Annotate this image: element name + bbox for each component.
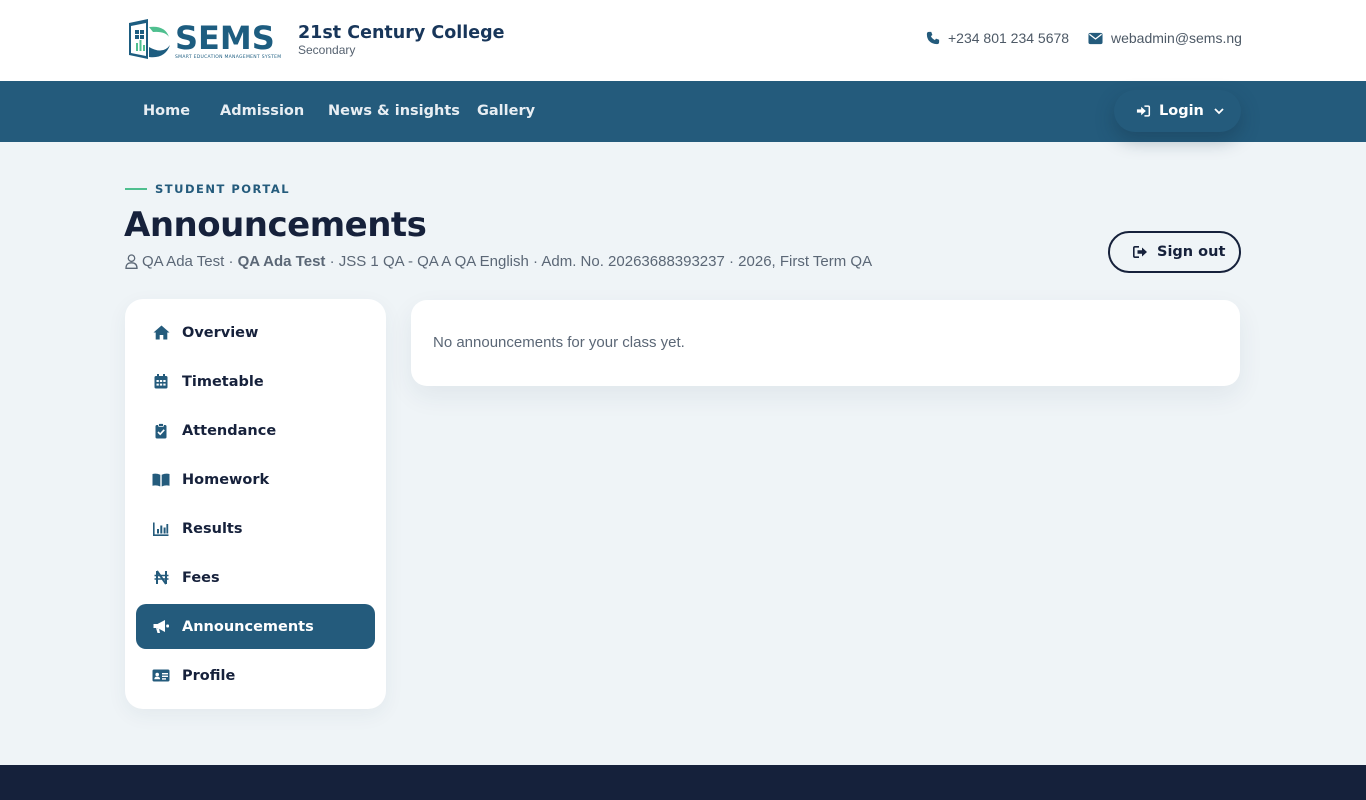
phone-text: +234 801 234 5678: [948, 30, 1070, 46]
nav-news-insights[interactable]: News & insights: [328, 103, 460, 119]
sign-out-button[interactable]: Sign out: [1108, 231, 1241, 273]
chart-bar-icon: [152, 520, 170, 538]
nav-admission[interactable]: Admission: [220, 103, 304, 119]
section-eyebrow: STUDENT PORTAL: [125, 182, 290, 196]
student-full-name: QA Ada Test: [237, 253, 326, 270]
contact-phone[interactable]: +234 801 234 5678: [926, 30, 1069, 46]
naira-icon: [152, 569, 170, 587]
page-title: Announcements: [124, 205, 427, 245]
sign-out-label: Sign out: [1157, 244, 1226, 260]
eyebrow-accent-line: [125, 188, 147, 190]
megaphone-icon: [152, 618, 170, 636]
clipboard-check-icon: [152, 422, 170, 440]
eyebrow-text: STUDENT PORTAL: [155, 182, 291, 196]
sidebar-item-attendance[interactable]: Attendance: [136, 408, 375, 453]
nav-home[interactable]: Home: [143, 103, 190, 119]
sidebar-item-label: Profile: [182, 667, 236, 684]
sign-in-icon: [1136, 105, 1151, 117]
sidebar-item-label: Homework: [182, 471, 270, 488]
email-text: webadmin@sems.ng: [1111, 30, 1242, 46]
sidebar-item-timetable[interactable]: Timetable: [136, 359, 375, 404]
sidebar-item-label: Fees: [182, 569, 220, 586]
book-open-icon: [152, 471, 170, 489]
logo-wordmark: SEMS: [175, 19, 275, 57]
logo-tagline: SMART EDUCATION MANAGEMENT SYSTEM: [175, 55, 282, 60]
chevron-down-icon: [1214, 107, 1224, 114]
announcements-card: No announcements for your class yet.: [411, 300, 1240, 386]
sidebar-item-label: Attendance: [182, 422, 277, 439]
envelope-icon: [1088, 32, 1103, 44]
sidebar-item-overview[interactable]: Overview: [136, 310, 375, 355]
sidebar-item-fees[interactable]: Fees: [136, 555, 375, 600]
sidebar-item-label: Timetable: [182, 373, 264, 390]
school-type: Secondary: [298, 43, 356, 57]
home-icon: [152, 324, 170, 342]
sidebar-item-label: Announcements: [182, 618, 314, 635]
sems-logo[interactable]: SEMS SMART EDUCATION MANAGEMENT SYSTEM: [125, 16, 285, 64]
portal-sidebar: Overview Timetable Attendance Homework R…: [125, 299, 386, 709]
sidebar-item-profile[interactable]: Profile: [136, 653, 375, 698]
page-footer: [0, 765, 1366, 800]
top-header: SEMS SMART EDUCATION MANAGEMENT SYSTEM 2…: [0, 0, 1366, 81]
school-identity: 21st Century College Secondary: [298, 22, 504, 57]
id-card-icon: [152, 667, 170, 685]
main-nav: Home Admission News & insights Gallery L…: [0, 81, 1366, 142]
sidebar-item-results[interactable]: Results: [136, 506, 375, 551]
sidebar-item-homework[interactable]: Homework: [136, 457, 375, 502]
sign-out-icon: [1133, 246, 1147, 258]
sidebar-item-label: Results: [182, 520, 243, 537]
phone-icon: [926, 31, 940, 45]
student-username: QA Ada Test: [142, 253, 225, 270]
sidebar-item-announcements[interactable]: Announcements: [136, 604, 375, 649]
nav-gallery[interactable]: Gallery: [477, 103, 535, 119]
login-label: Login: [1159, 103, 1204, 119]
student-class-details: · JSS 1 QA - QA A QA English · Adm. No. …: [325, 253, 873, 270]
contact-email[interactable]: webadmin@sems.ng: [1088, 30, 1242, 46]
empty-state-message: No announcements for your class yet.: [433, 334, 685, 351]
user-icon: [125, 254, 138, 269]
meta-separator: ·: [224, 253, 238, 270]
calendar-icon: [152, 373, 170, 391]
login-button[interactable]: Login: [1114, 90, 1241, 132]
student-meta: QA Ada Test · QA Ada Test · JSS 1 QA - Q…: [125, 253, 872, 270]
school-name: 21st Century College: [298, 23, 505, 43]
sidebar-item-label: Overview: [182, 324, 259, 341]
logo-mark-icon: [125, 17, 171, 63]
